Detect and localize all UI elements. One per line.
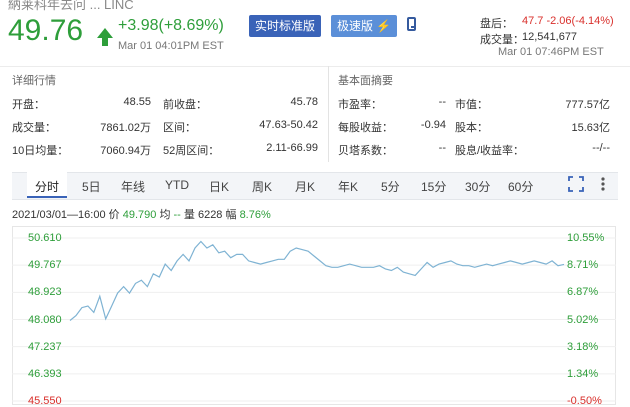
y-tick-label-right: -0.50%: [567, 395, 602, 407]
tab-daily-k[interactable]: 日K: [209, 178, 229, 195]
y-tick-label-left: 49.767: [28, 259, 62, 272]
y-tick-label-left: 46.393: [28, 367, 62, 380]
fundamental-value: --: [438, 96, 446, 108]
after-hours-label: 盘后：: [480, 18, 513, 30]
details-title: 详细行情: [12, 75, 56, 87]
fundamental-value: --/--: [592, 142, 610, 154]
detail-value: 47.63-50.42: [259, 119, 318, 131]
tab-ytd[interactable]: YTD: [165, 178, 189, 192]
fundamental-label: 股本：: [455, 122, 488, 134]
y-tick-label-right: 1.34%: [567, 367, 599, 380]
fundamental-label: 股息/收益率：: [455, 145, 525, 157]
info-price: 49.790: [122, 209, 157, 221]
price-timestamp: Mar 01 04:01PM EST: [118, 40, 224, 52]
info-avg-label: 均: [159, 209, 171, 221]
y-tick-label-right: 8.71%: [567, 259, 599, 272]
lightning-icon: ⚡: [376, 19, 392, 33]
fundamental-label: 贝塔系数：: [338, 145, 393, 157]
volume-label: 成交量：: [480, 34, 524, 46]
more-menu-icon[interactable]: [600, 176, 606, 192]
tab-15min[interactable]: 15分: [421, 178, 446, 195]
current-price: 49.76: [8, 14, 84, 47]
tab-monthly-k[interactable]: 月K: [295, 178, 315, 195]
y-tick-label-left: 48.080: [28, 313, 62, 326]
tab-5day[interactable]: 5日: [82, 178, 101, 195]
y-tick-label-left: 45.550: [28, 395, 62, 407]
fundamental-label: 市盈率：: [338, 99, 382, 111]
phone-icon[interactable]: [407, 17, 416, 31]
fundamental-label: 每股收益：: [338, 122, 393, 134]
tab-yearly-k[interactable]: 年K: [338, 178, 358, 195]
tab-30min[interactable]: 30分: [465, 178, 490, 195]
tab-weekly-k[interactable]: 周K: [252, 178, 272, 195]
price-line: [69, 240, 565, 321]
fast-version-label: 极速版: [337, 19, 374, 33]
detail-value: 48.55: [123, 96, 151, 108]
info-vol-label: 量: [183, 209, 195, 221]
tab-60min[interactable]: 60分: [508, 178, 533, 195]
chart-info-line: 2021/03/01—16:00 价 49.790 均 -- 量 6228 幅 …: [12, 206, 271, 222]
y-tick-label-right: 3.18%: [567, 340, 599, 353]
tab-5min[interactable]: 5分: [381, 178, 400, 195]
fundamentals-title: 基本面摘要: [338, 75, 393, 87]
detail-label: 开盘：: [12, 99, 45, 111]
info-date: 2021/03/01—16:00: [12, 209, 106, 221]
stock-name-truncated: 納莱科年去问 ... LINC: [8, 0, 134, 12]
fundamental-value: 777.57亿: [565, 99, 610, 111]
after-hours-value: 47.7 -2.06(-4.14%): [522, 15, 614, 27]
realtime-standard-button[interactable]: 实时标准版: [249, 15, 322, 37]
intraday-chart: [12, 226, 616, 405]
fundamental-value: -0.94: [420, 119, 446, 131]
chart-border: [12, 226, 616, 405]
arrow-up-stem: [102, 37, 108, 46]
y-tick-label-left: 50.610: [28, 232, 62, 244]
y-tick-label-right: 5.02%: [567, 313, 599, 326]
detail-value: 7861.02万: [100, 122, 151, 134]
fundamental-label: 市值：: [455, 99, 488, 111]
after-hours-timestamp: Mar 01 07:46PM EST: [498, 46, 604, 58]
y-tick-label-right: 6.87%: [567, 286, 599, 299]
tab-year-line[interactable]: 年线: [121, 178, 145, 195]
volume-value: 12,541,677: [522, 31, 578, 43]
detail-value: 45.78: [290, 96, 318, 108]
divider: [0, 66, 630, 67]
detail-label: 10日均量：: [12, 145, 69, 157]
info-amp: 8.76%: [239, 209, 271, 221]
tab-intraday[interactable]: 分时: [35, 178, 59, 195]
detail-label: 52周区间：: [163, 145, 220, 157]
detail-value: 2.11-66.99: [266, 142, 318, 154]
info-avg: --: [173, 209, 181, 221]
y-tick-label-left: 48.923: [28, 286, 62, 299]
section-divider: [328, 66, 329, 162]
y-tick-label-right: 10.55%: [567, 232, 605, 244]
info-price-label: 价: [108, 209, 120, 221]
fundamental-value: 15.63亿: [571, 122, 610, 134]
info-vol: 6228: [197, 209, 223, 221]
fullscreen-icon[interactable]: [568, 176, 584, 192]
detail-value: 7060.94万: [100, 145, 151, 157]
detail-label: 成交量：: [12, 122, 56, 134]
info-amp-label: 幅: [225, 209, 237, 221]
price-change: +3.98(+8.69%): [118, 17, 224, 34]
detail-label: 区间：: [163, 122, 196, 134]
y-tick-label-left: 47.237: [28, 340, 62, 353]
fundamental-value: --: [438, 142, 446, 154]
fast-version-button[interactable]: 极速版 ⚡: [331, 15, 398, 37]
detail-label: 前收盘：: [163, 99, 207, 111]
